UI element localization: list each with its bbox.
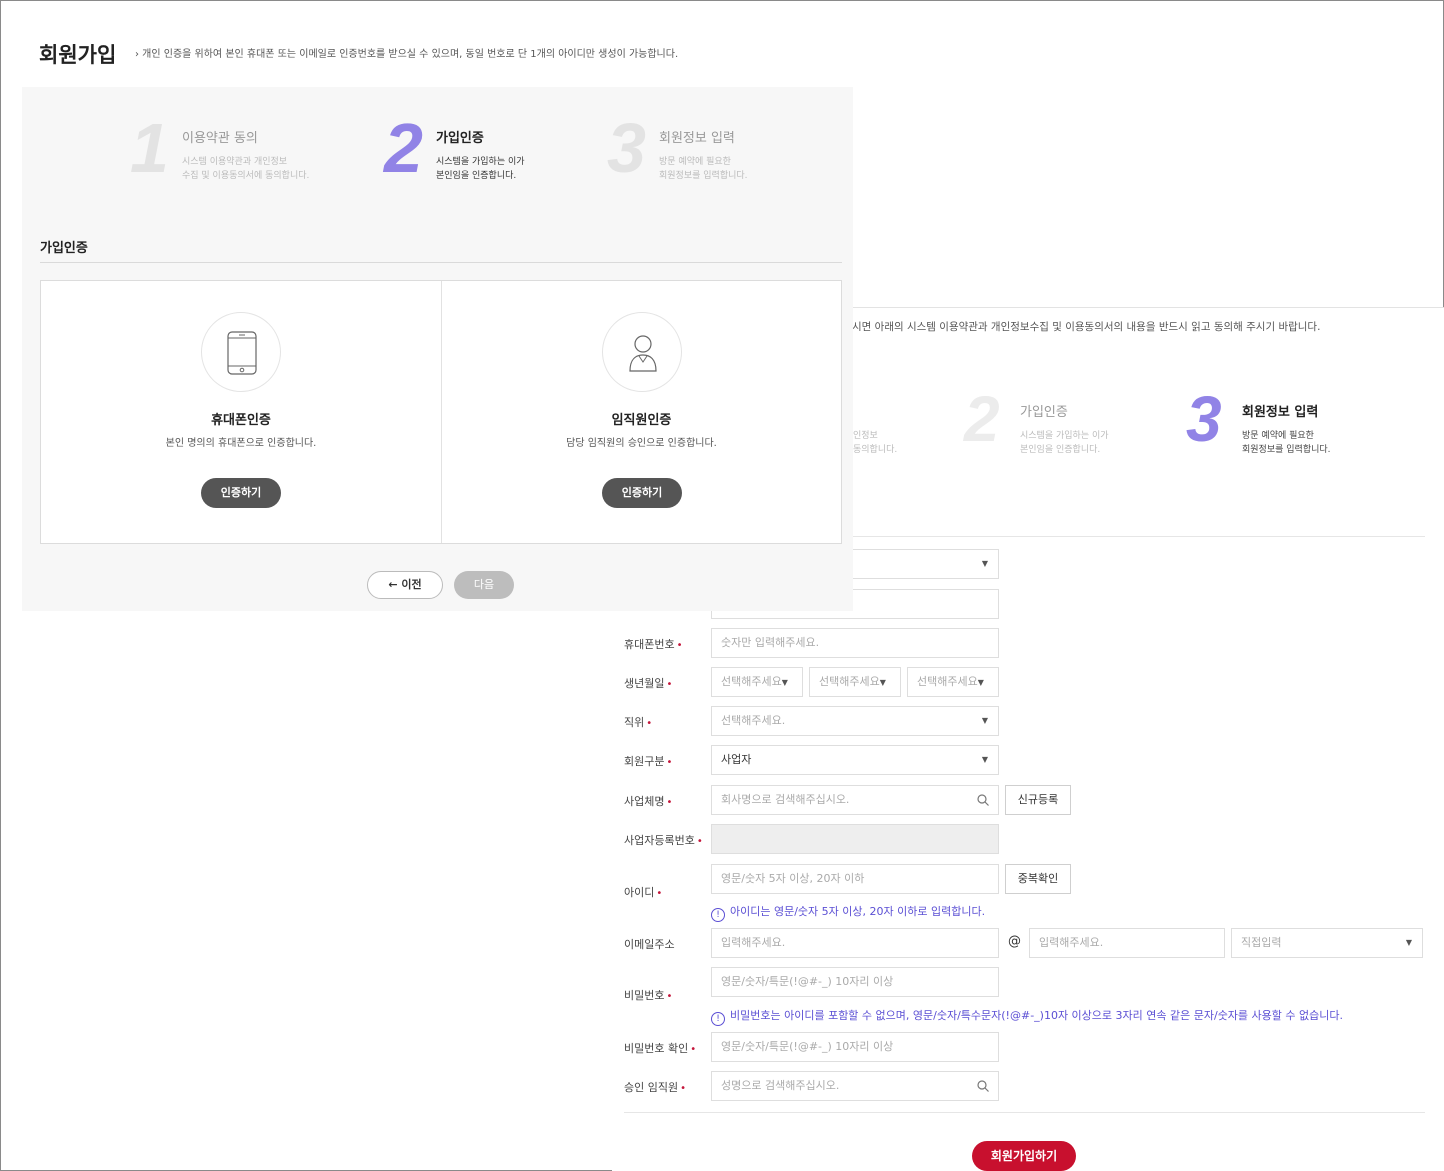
search-icon bbox=[977, 794, 989, 806]
prev-button[interactable]: ← 이전 bbox=[367, 571, 443, 599]
employee-auth-button[interactable]: 인증하기 bbox=[602, 478, 682, 508]
company-search-input[interactable]: 회사명으로 검색해주십시오. bbox=[711, 785, 999, 815]
duplicate-check-button[interactable]: 중복확인 bbox=[1005, 864, 1071, 894]
password-hint: ! 비밀번호는 아이디를 포함할 수 없으며, 영문/숫자/특수문자(!@#-_)… bbox=[711, 1007, 1343, 1026]
biz-no-input[interactable] bbox=[711, 824, 999, 854]
user-id-hint: ! 아이디는 영문/숫자 5자 이상, 20자 이하로 입력합니다. bbox=[711, 903, 985, 922]
birth-day-select[interactable]: 선택해주세요▼ bbox=[907, 667, 999, 697]
phone-auth-button[interactable]: 인증하기 bbox=[201, 478, 281, 508]
member-type-select[interactable]: 사업자 ▼ bbox=[711, 745, 999, 775]
page-description: › 개인 인증을 위하여 본인 휴대폰 또는 이메일로 인증번호를 받으실 수 … bbox=[135, 49, 679, 60]
user-id-input[interactable]: 영문/숫자 5자 이상, 20자 이하 bbox=[711, 864, 999, 894]
section-title: 가입인증 bbox=[40, 241, 88, 256]
email-domain-select[interactable]: 직접입력 ▼ bbox=[1231, 928, 1423, 958]
chevron-down-icon: ▼ bbox=[1405, 938, 1412, 947]
approver-search-input[interactable]: 성명으로 검색해주십시오. bbox=[711, 1071, 999, 1101]
mobile-phone-icon bbox=[227, 331, 257, 375]
phone-input[interactable]: 숫자만 입력해주세요. bbox=[711, 628, 999, 658]
divider bbox=[40, 262, 842, 263]
search-icon bbox=[977, 1080, 989, 1092]
terms-notice: 시면 아래의 시스템 이용약관과 개인정보수집 및 이용동의서의 내용을 반드시… bbox=[852, 321, 1321, 333]
auth-method-cards: 휴대폰인증 본인 명의의 휴대폰으로 인증합니다. 인증하기 임직원인증 담당 … bbox=[40, 280, 842, 544]
birth-year-select[interactable]: 선택해주세요▼ bbox=[711, 667, 803, 697]
next-button[interactable]: 다음 bbox=[454, 571, 514, 599]
at-sign: @ bbox=[1008, 934, 1021, 949]
email-local-input[interactable]: 입력해주세요. bbox=[711, 928, 999, 958]
chevron-down-icon: ▼ bbox=[981, 755, 988, 764]
divider bbox=[624, 1112, 1425, 1113]
card-employee-auth: 임직원인증 담당 임직원의 승인으로 인증합니다. 인증하기 bbox=[441, 281, 841, 543]
signup-auth-panel: 1 이용약관 동의 시스템 이용약관과 개인정보 수집 및 이용동의서에 동의합… bbox=[22, 87, 853, 611]
step1-fragment: 인정보 동의합니다. bbox=[853, 431, 898, 455]
page-title: 회원가입 bbox=[39, 43, 117, 67]
position-select[interactable]: 선택해주세요. ▼ bbox=[711, 706, 999, 736]
signup-submit-button[interactable]: 회원가입하기 bbox=[972, 1141, 1076, 1171]
info-icon: ! bbox=[711, 1012, 725, 1026]
new-register-button[interactable]: 신규등록 bbox=[1005, 785, 1071, 815]
card-phone-auth: 휴대폰인증 본인 명의의 휴대폰으로 인증합니다. 인증하기 bbox=[41, 281, 441, 543]
password-input[interactable]: 영문/숫자/특문(!@#-_) 10자리 이상 bbox=[711, 967, 999, 997]
chevron-down-icon: ▼ bbox=[981, 716, 988, 725]
person-icon bbox=[629, 335, 657, 372]
password-confirm-input[interactable]: 영문/숫자/특문(!@#-_) 10자리 이상 bbox=[711, 1032, 999, 1062]
info-icon: ! bbox=[711, 908, 725, 922]
birth-month-select[interactable]: 선택해주세요▼ bbox=[809, 667, 901, 697]
email-domain-input[interactable]: 입력해주세요. bbox=[1029, 928, 1225, 958]
